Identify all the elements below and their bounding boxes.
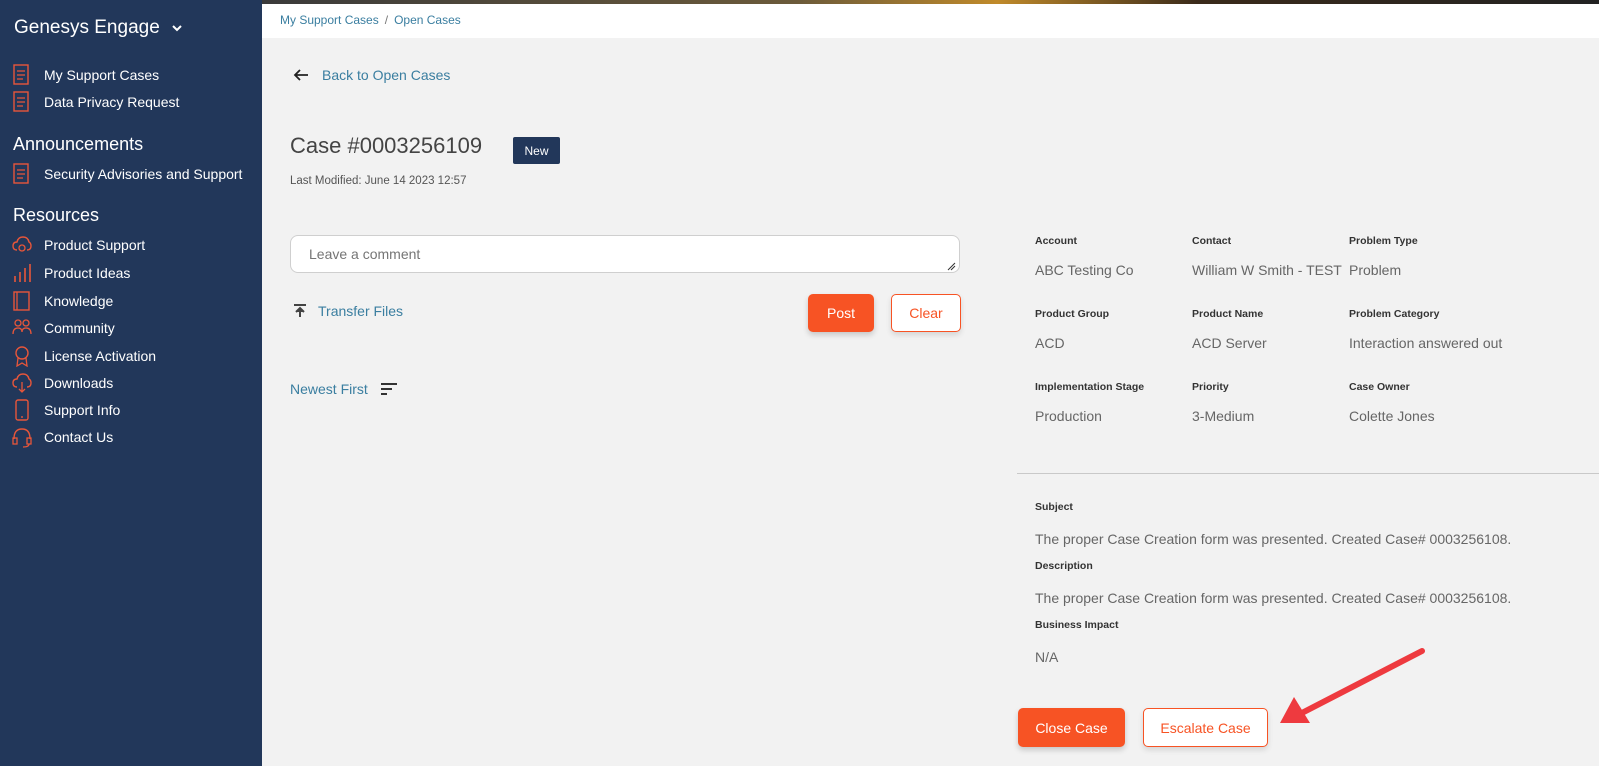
implementation-stage-label: Implementation Stage xyxy=(1035,381,1145,393)
contact-value: William W Smith - TEST xyxy=(1192,262,1342,278)
escalate-case-button[interactable]: Escalate Case xyxy=(1143,708,1268,747)
problem-category-value: Interaction answered out xyxy=(1349,335,1503,351)
product-group-label: Product Group xyxy=(1035,308,1110,320)
sidebar-item-data-privacy-request[interactable]: Data Privacy Request xyxy=(12,90,179,114)
brand-switcher[interactable]: Genesys Engage xyxy=(14,17,184,39)
sidebar-item-label: My Support Cases xyxy=(44,67,160,83)
account-value: ABC Testing Co xyxy=(1035,262,1134,278)
sidebar-item-label: Downloads xyxy=(44,375,114,391)
sidebar-item-label: License Activation xyxy=(44,348,157,364)
priority-label: Priority xyxy=(1192,381,1229,393)
resources-heading: Resources xyxy=(13,205,100,225)
document-icon xyxy=(12,91,32,113)
comment-input[interactable] xyxy=(290,235,960,273)
people-icon xyxy=(12,317,32,339)
case-owner-value: Colette Jones xyxy=(1349,408,1435,424)
sidebar-item-label: Data Privacy Request xyxy=(44,94,180,110)
clear-button[interactable]: Clear xyxy=(891,294,961,332)
case-title: Case #0003256109 xyxy=(290,133,483,158)
status-badge: New xyxy=(513,137,560,164)
product-name-value: ACD Server xyxy=(1192,335,1267,351)
award-icon xyxy=(12,345,32,367)
sidebar-item-community[interactable]: Community xyxy=(12,316,115,340)
sidebar-item-license-activation[interactable]: License Activation xyxy=(12,344,156,368)
problem-type-value: Problem xyxy=(1349,262,1402,278)
account-label: Account xyxy=(1035,235,1077,247)
priority-value: 3-Medium xyxy=(1192,408,1255,424)
sidebar-item-downloads[interactable]: Downloads xyxy=(12,371,113,395)
subject-label: Subject xyxy=(1035,501,1073,513)
breadcrumb-separator: / xyxy=(384,13,389,27)
breadcrumb-my-support-cases[interactable]: My Support Cases xyxy=(280,13,379,27)
business-impact-label: Business Impact xyxy=(1035,619,1119,631)
breadcrumb-bar: My Support Cases / Open Cases xyxy=(262,4,1599,38)
sidebar-item-product-ideas[interactable]: Product Ideas xyxy=(12,261,130,285)
brand-name: Genesys Engage xyxy=(14,17,160,38)
phone-icon xyxy=(12,399,32,421)
sidebar-item-label: Product Support xyxy=(44,237,146,253)
product-group-value: ACD xyxy=(1035,335,1065,351)
implementation-stage-value: Production xyxy=(1035,408,1102,424)
chevron-down-icon xyxy=(172,25,182,32)
sort-label: Newest First xyxy=(290,381,368,397)
resize-handle-icon[interactable] xyxy=(947,262,956,271)
sidebar-item-label: Product Ideas xyxy=(44,265,131,281)
headset-icon xyxy=(12,426,32,448)
breadcrumb: My Support Cases / Open Cases xyxy=(280,13,461,27)
announcements-heading: Announcements xyxy=(13,134,144,154)
sidebar-item-label: Knowledge xyxy=(44,293,114,309)
problem-category-label: Problem Category xyxy=(1349,308,1440,320)
breadcrumb-open-cases[interactable]: Open Cases xyxy=(394,13,461,27)
back-to-open-cases-link[interactable]: Back to Open Cases xyxy=(292,66,450,84)
description-label: Description xyxy=(1035,560,1093,572)
case-owner-label: Case Owner xyxy=(1349,381,1410,393)
book-icon xyxy=(12,290,32,312)
transfer-files-link[interactable]: Transfer Files xyxy=(292,303,403,319)
details-divider xyxy=(1017,473,1599,474)
sidebar-item-knowledge[interactable]: Knowledge xyxy=(12,289,113,313)
problem-type-label: Problem Type xyxy=(1349,235,1418,247)
transfer-files-label: Transfer Files xyxy=(318,303,404,319)
back-link-label: Back to Open Cases xyxy=(322,67,451,83)
sidebar-item-support-info[interactable]: Support Info xyxy=(12,398,120,422)
sidebar-item-my-support-cases[interactable]: My Support Cases xyxy=(12,63,159,87)
close-case-button[interactable]: Close Case xyxy=(1018,708,1125,747)
subject-value: The proper Case Creation form was presen… xyxy=(1035,531,1512,547)
sort-icon xyxy=(380,383,397,395)
document-icon xyxy=(12,64,32,86)
sidebar-item-label: Security Advisories and Support xyxy=(44,166,243,182)
description-value: The proper Case Creation form was presen… xyxy=(1035,590,1512,606)
document-icon xyxy=(12,163,32,185)
sidebar-item-label: Support Info xyxy=(44,402,121,418)
sort-toggle[interactable]: Newest First xyxy=(290,381,398,397)
contact-label: Contact xyxy=(1192,235,1232,247)
sidebar: Genesys Engage My Support Cases Data Pri… xyxy=(0,0,262,766)
sidebar-item-label: Community xyxy=(44,320,115,336)
bar-chart-icon xyxy=(12,262,32,284)
post-button[interactable]: Post xyxy=(808,294,874,332)
last-modified: Last Modified: June 14 2023 12:57 xyxy=(290,175,467,187)
business-impact-value: N/A xyxy=(1035,649,1059,665)
annotation-arrow-icon xyxy=(1280,648,1425,723)
upload-icon xyxy=(294,304,306,317)
cloud-gear-icon xyxy=(12,234,32,256)
sidebar-item-label: Contact Us xyxy=(44,429,114,445)
arrow-left-icon xyxy=(293,69,308,81)
cloud-download-icon xyxy=(12,372,32,394)
sidebar-item-security-advisories[interactable]: Security Advisories and Support xyxy=(12,162,242,186)
product-name-label: Product Name xyxy=(1192,308,1264,320)
sidebar-item-contact-us[interactable]: Contact Us xyxy=(12,425,113,449)
sidebar-item-product-support[interactable]: Product Support xyxy=(12,233,145,257)
